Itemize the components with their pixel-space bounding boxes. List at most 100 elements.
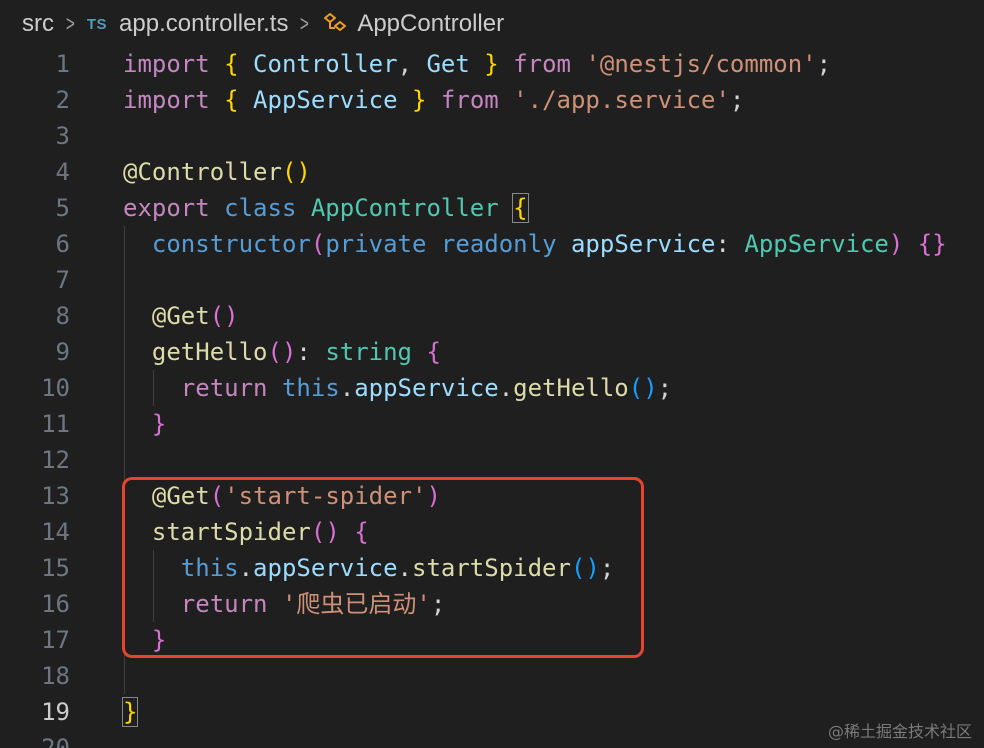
code-token: { [224,50,239,78]
line-number: 5 [55,194,70,222]
code-token: import [123,50,210,78]
code-token: this [281,374,340,402]
code-line[interactable]: 1 import { Controller, Get } from '@nestj… [0,46,984,82]
code-token: Get [426,50,470,78]
code-text: @Controller() [123,154,311,190]
code-text: export class AppController { [123,190,529,226]
class-symbol-icon [324,13,347,31]
code-token: {} [917,230,947,258]
breadcrumb-folder[interactable]: src [22,10,54,38]
code-line[interactable]: 8 @Get() [0,298,984,334]
code-token: } [412,86,427,114]
code-text: getHello(): string { [123,334,441,370]
code-token: : [296,338,326,366]
breadcrumb: src > TS app.controller.ts > AppControll… [0,0,984,48]
code-line[interactable]: 18 [0,658,984,694]
line-number: 1 [55,50,70,78]
line-number: 14 [41,518,70,546]
code-line[interactable]: 9 getHello(): string { [0,334,984,370]
code-line[interactable]: 5 export class AppController { [0,190,984,226]
code-token: AppController [310,194,499,222]
line-number: 2 [55,86,70,114]
line-number: 9 [55,338,70,366]
code-token: getHello [151,338,268,366]
code-token: import [123,86,210,114]
line-number: 15 [41,554,70,582]
code-line[interactable]: 10 return this.appService.getHello(); [0,370,984,406]
line-number: 4 [55,158,70,186]
code-text: constructor(private readonly appService:… [123,226,947,262]
code-token: ( [209,302,225,330]
code-token: . [498,374,514,402]
code-token: AppService [744,230,889,258]
code-line[interactable]: 12 [0,442,984,478]
code-text: } [121,694,139,730]
code-token: ) [281,338,297,366]
code-token: ( [310,230,326,258]
code-token: return [180,374,268,402]
code-line[interactable]: 2 import { AppService } from './app.servi… [0,82,984,118]
breadcrumb-symbol[interactable]: AppController [357,10,504,38]
code-token: ) [888,230,904,258]
code-token: : [715,230,745,258]
code-text: @Get() [123,298,239,334]
line-number: 8 [55,302,70,330]
code-token: from [440,86,499,114]
code-token: } [121,697,139,727]
line-number: 13 [41,482,70,510]
code-token: ; [816,50,832,78]
line-number: 10 [41,374,70,402]
code-line[interactable]: 7 [0,262,984,298]
watermark: @稀土掘金技术社区 [827,722,972,741]
code-line[interactable]: 3 [0,118,984,154]
code-line[interactable]: 11 } [0,406,984,442]
line-number: 17 [41,626,70,654]
code-token: from [513,50,571,78]
code-line[interactable]: 4 @Controller() [0,154,984,190]
indent-guide [153,370,154,406]
code-token: @ [151,302,167,330]
line-number: 20 [41,734,70,748]
code-token: constructor [151,230,311,258]
code-token: } [151,410,167,438]
code-line[interactable]: 6 constructor(private readonly appServic… [0,226,984,262]
code-token: @ [123,158,138,186]
code-token: readonly [440,230,557,258]
line-number: 7 [55,266,70,294]
code-token: Get [166,302,210,330]
line-number: 6 [55,230,70,258]
code-token: AppService [238,86,398,114]
code-token: Controller [137,158,282,186]
code-token: ( [267,338,282,366]
line-number: 3 [55,122,70,150]
code-token: ( [628,374,644,402]
code-token: . [339,374,355,402]
code-token: './app.service' [513,86,730,114]
line-number: 11 [41,410,70,438]
breadcrumb-file[interactable]: app.controller.ts [119,10,288,38]
code-token: string [325,338,413,366]
typescript-file-icon: TS [86,15,108,33]
code-token: Controller [238,50,398,78]
line-number: 12 [41,446,70,474]
code-token: appService [354,374,499,402]
code-token: class [224,194,297,222]
code-token: private [325,230,427,258]
code-token: { [224,86,239,114]
line-number: 18 [41,662,70,690]
code-token: ; [657,374,673,402]
